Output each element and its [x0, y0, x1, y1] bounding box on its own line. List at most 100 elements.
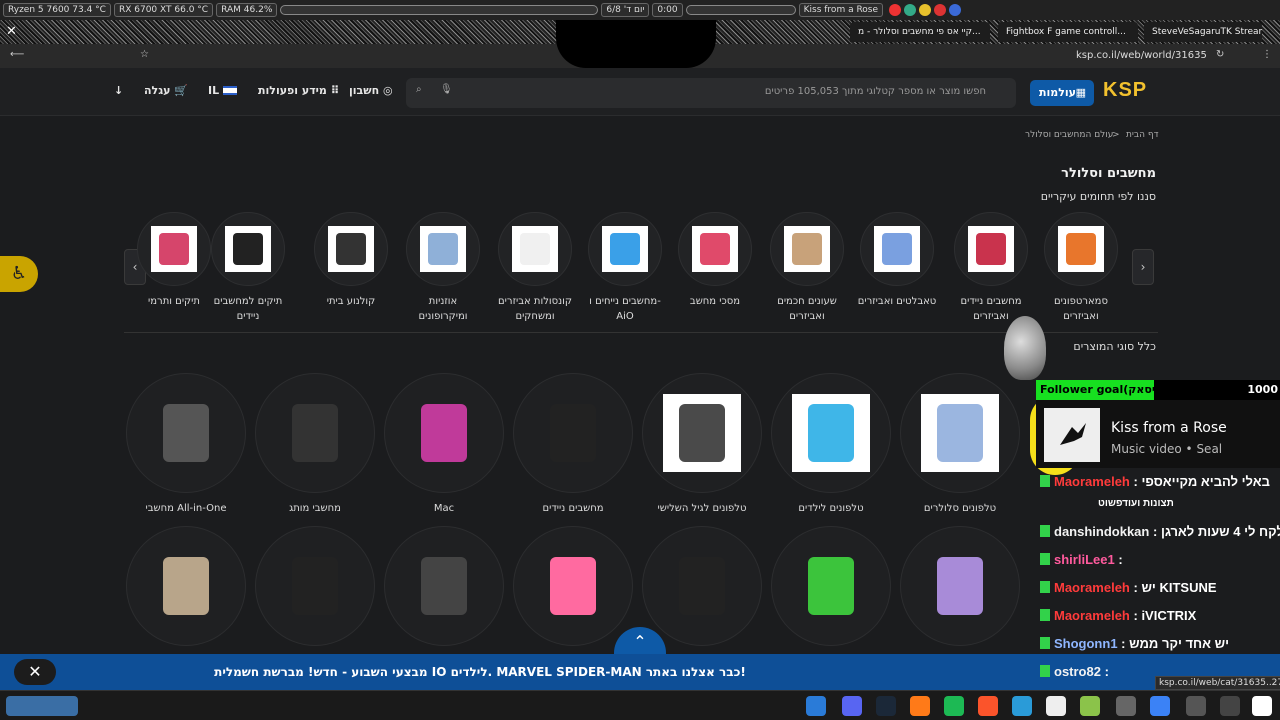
store-icon[interactable] — [1150, 696, 1170, 716]
cpu-indicator: Ryzen 5 7600 73.4 °C — [3, 3, 111, 17]
category-label: טאבלטים ואביזרים — [857, 296, 937, 307]
chat-message: Maorameleh : iVICTRIX — [1040, 608, 1196, 623]
tray-icon-red2[interactable] — [934, 4, 947, 16]
kick-badge-icon — [1040, 609, 1050, 621]
kids-watch-icon — [513, 526, 633, 646]
category-item[interactable]: קולנוע ביתי — [311, 212, 391, 309]
product-type-item[interactable]: מחשבי All-in-One — [126, 373, 246, 514]
category-item[interactable]: תיקים למחשבים ניידים — [208, 212, 288, 324]
ksp-logo[interactable]: KSP — [1103, 79, 1171, 105]
spotify-icon[interactable] — [944, 696, 964, 716]
chat-text: : יש KITSUNE — [1133, 580, 1217, 595]
tab-stream[interactable]: SteveVeSagaruTK Stream — [1144, 22, 1262, 42]
chat-username[interactable]: Maorameleh — [1054, 580, 1130, 595]
product-type-item[interactable]: Mac — [384, 373, 504, 514]
product-type-item[interactable] — [900, 526, 1020, 646]
account-link[interactable]: חשבון ◎ — [349, 84, 393, 97]
category-label: תיקים למחשבים ניידים — [213, 296, 283, 322]
product-type-label: טלפונים לילדים — [798, 503, 864, 514]
info-link[interactable]: מידע ופעולות ⠿ — [258, 84, 339, 97]
category-label: אוזניות ומיקרופונים — [418, 296, 468, 322]
promo-close-button[interactable]: ✕ — [14, 659, 56, 685]
product-type-item[interactable] — [126, 526, 246, 646]
now-playing[interactable]: Kiss from a Rose — [798, 3, 884, 17]
category-label: מסכי מחשב — [689, 296, 741, 307]
chat-username[interactable]: Shogonn1 — [1054, 636, 1118, 651]
follower-goal-current: 484 — [1154, 383, 1177, 396]
search-input[interactable]: חפשו מוצר או מספר קטלוגי מתוך 105,053 פר… — [765, 86, 986, 97]
product-type-item[interactable]: טלפונים לילדים — [771, 373, 891, 514]
bookmark-icon[interactable]: ☆ — [140, 49, 149, 60]
product-type-item[interactable]: טלפונים לגיל השלישי — [642, 373, 762, 514]
close-icon[interactable]: ✕ — [6, 24, 17, 39]
product-type-item[interactable] — [642, 526, 762, 646]
kick-badge-icon — [1040, 525, 1050, 537]
watch-icon — [770, 212, 844, 286]
product-type-item[interactable] — [771, 526, 891, 646]
mic-icon[interactable]: 🎙 — [440, 84, 453, 95]
product-type-item[interactable]: טלפונים סלולרים — [900, 373, 1020, 514]
accessibility-icon[interactable]: ♿ — [0, 256, 38, 292]
search-icon[interactable]: ⌕ — [416, 84, 422, 95]
locale-selector[interactable]: IL — [208, 84, 237, 97]
smart-ring-icon — [126, 526, 246, 646]
terminal-icon[interactable] — [1220, 696, 1240, 716]
search-bar[interactable]: ⌕ 🎙 חפשו מוצר או מספר קטלוגי מתוך 105,05… — [406, 78, 1016, 108]
chat-username[interactable]: Maorameleh — [1054, 474, 1130, 489]
url-field[interactable]: ksp.co.il/web/world/31635 — [1076, 50, 1207, 61]
product-type-item[interactable] — [513, 526, 633, 646]
product-type-label: מחשבי All-in-One — [145, 503, 227, 514]
tray-icon-yellow[interactable] — [919, 4, 932, 16]
start-icon[interactable] — [806, 696, 826, 716]
brave-icon[interactable] — [978, 696, 998, 716]
tray-icon-green[interactable] — [904, 4, 917, 16]
carousel-next-button[interactable]: › — [1132, 249, 1154, 285]
cart-link[interactable]: עגלה 🛒 — [144, 84, 188, 97]
category-item[interactable]: טאבלטים ואביזרים — [857, 212, 937, 309]
worlds-button[interactable]: עולמות ▦ — [1030, 80, 1094, 106]
product-type-item[interactable] — [255, 526, 375, 646]
steam-icon[interactable] — [876, 696, 896, 716]
breadcrumb-home[interactable]: דף הבית — [1126, 130, 1159, 140]
layers-icon[interactable] — [1080, 696, 1100, 716]
workspace-switcher[interactable] — [6, 696, 78, 716]
song-title: Kiss from a Rose — [1111, 420, 1227, 436]
tray-icon-red[interactable] — [889, 4, 902, 16]
category-item[interactable]: קונסולות אביזרים ומשחקים — [495, 212, 575, 324]
category-item[interactable]: אוזניות ומיקרופונים — [403, 212, 483, 324]
chat-username[interactable]: ostro82 — [1054, 664, 1101, 679]
category-item[interactable]: מחשבים נייחים ו-AiO — [585, 212, 665, 324]
now-playing-card: Kiss from a Rose Music video • Seal — [1036, 400, 1280, 468]
product-type-item[interactable] — [384, 526, 504, 646]
chat-username[interactable]: danshindokkan — [1054, 524, 1149, 539]
category-item[interactable]: תיקים ותרמי — [134, 212, 214, 309]
product-type-item[interactable]: מחשבים ניידים — [513, 373, 633, 514]
search-app-icon[interactable] — [1252, 696, 1272, 716]
download-icon[interactable]: ↓ — [114, 84, 123, 97]
firefox-icon[interactable] — [910, 696, 930, 716]
phone-orange-icon — [1044, 212, 1118, 286]
discord-icon[interactable] — [842, 696, 862, 716]
chat-text: : יש אחד יקר ממש — [1121, 636, 1230, 651]
back-icon[interactable]: ⟵ — [10, 49, 24, 60]
category-item[interactable]: מסכי מחשב — [675, 212, 755, 309]
settings-icon[interactable] — [1186, 696, 1206, 716]
tab-ksp[interactable]: קיי אס פי מחשבים וסלולר - מ... — [850, 22, 990, 42]
chat-username[interactable]: Maorameleh — [1054, 608, 1130, 623]
site-header: KSP עולמות ▦ ⌕ 🎙 חפשו מוצר או מספר קטלוג… — [0, 68, 1280, 116]
breadcrumb-current[interactable]: עולם המחשבים וסלולר — [1025, 130, 1113, 140]
reload-icon[interactable]: ↻ — [1216, 49, 1224, 60]
files-icon[interactable] — [1116, 696, 1136, 716]
category-item[interactable]: מחשבים ניידים ואביזרים — [951, 212, 1031, 324]
tab-fightbox[interactable]: Fightbox F game controll... — [998, 22, 1138, 42]
chat-message: תצונות ועודפשוט — [1098, 498, 1174, 509]
product-type-item[interactable]: מחשבי מותג — [255, 373, 375, 514]
chat-username[interactable]: shirliLee1 — [1054, 552, 1115, 567]
inkscape-icon[interactable] — [1046, 696, 1066, 716]
locale-label: IL — [208, 84, 220, 97]
menu-icon[interactable]: ⋮ — [1262, 49, 1272, 60]
category-item[interactable]: סמארטפונים ואביזרים — [1041, 212, 1121, 324]
category-item[interactable]: שעונים חכמים ואביזרים — [767, 212, 847, 324]
tray-icon-blue[interactable] — [949, 4, 962, 16]
browser-icon[interactable] — [1012, 696, 1032, 716]
